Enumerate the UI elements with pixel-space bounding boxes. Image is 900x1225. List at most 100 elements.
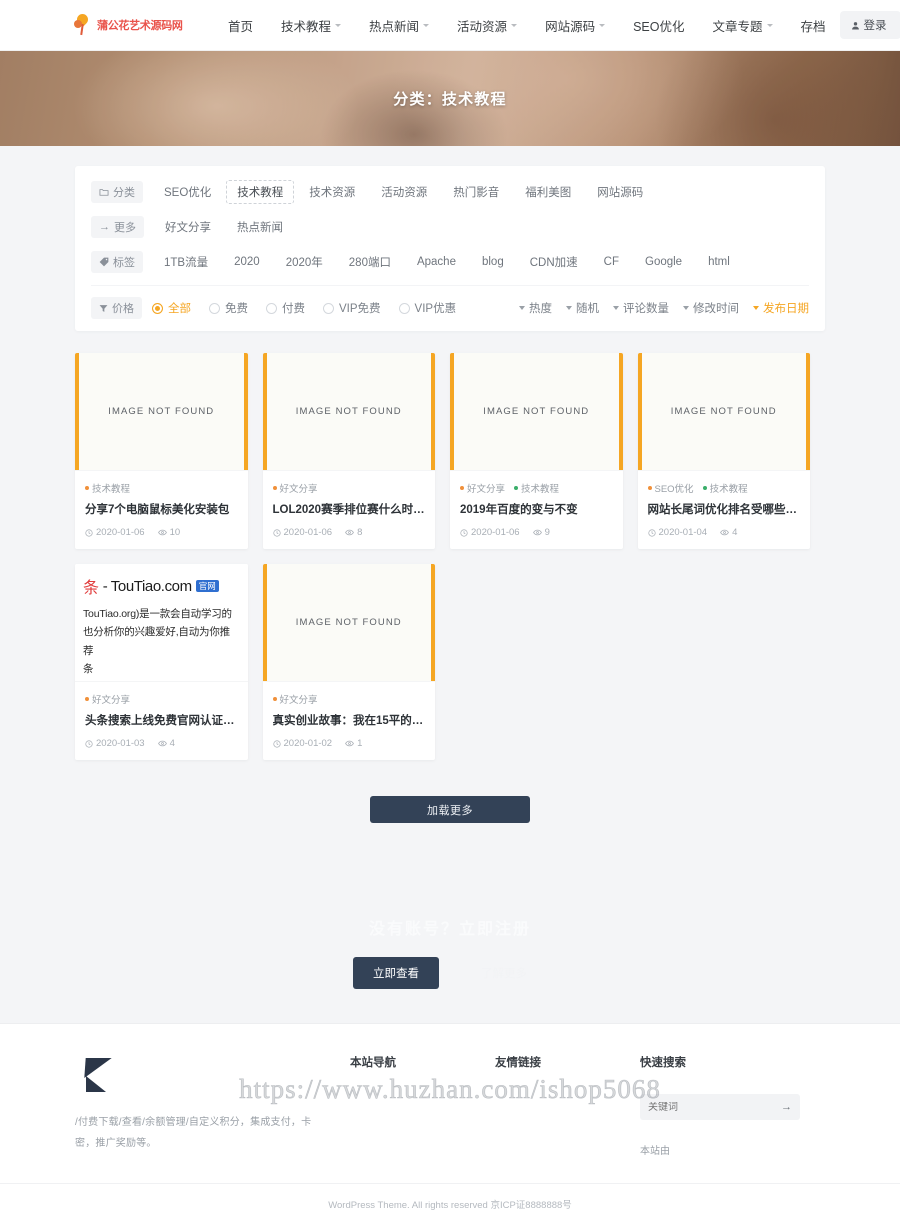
image-not-found-label: IMAGE NOT FOUND — [295, 617, 402, 629]
filter-category-tech-tutorial[interactable]: 技术教程 — [226, 180, 295, 204]
arrow-right-icon: → — [99, 221, 110, 233]
flower-logo-icon — [72, 11, 94, 37]
load-more-button[interactable]: 加载更多 — [370, 796, 530, 824]
page-title: 分类：技术教程 — [393, 91, 507, 108]
sort-by-heat[interactable]: 热度 — [519, 300, 552, 316]
card-categories: SEO优化 技术教程 — [647, 481, 801, 495]
nav-item-seo[interactable]: SEO优化 — [619, 16, 698, 35]
clock-icon — [85, 740, 93, 748]
card-category[interactable]: SEO优化 — [647, 481, 694, 495]
filter-category-seo[interactable]: SEO优化 — [153, 180, 222, 204]
nav-item-tech-tutorial[interactable]: 技术教程 — [267, 16, 355, 35]
card-views: 10 — [157, 527, 180, 538]
eye-icon — [345, 529, 354, 536]
site-header: 蒲公花艺术源码网 首页 技术教程 热点新闻 活动资源 网站源码 SEO优化 文章… — [0, 0, 900, 51]
filter-tag-html[interactable]: html — [697, 252, 741, 272]
footer-nav-column: 本站导航 — [350, 1054, 495, 1094]
filter-category-hot-media[interactable]: 热门影音 — [442, 180, 510, 204]
nav-label: 活动资源 — [457, 19, 508, 34]
filter-tag-280port[interactable]: 280端口 — [338, 250, 402, 274]
filter-category-tech-resource[interactable]: 技术资源 — [298, 180, 366, 204]
price-option-free[interactable]: 免费 — [209, 300, 248, 316]
filter-row-price: 价格 全部 免费 付费 VIP免费 VIP优惠 热度 随机 评论数量 修改时间 … — [91, 285, 809, 319]
card-title[interactable]: 头条搜索上线免费官网认证功能 — [85, 713, 238, 729]
filter-category-site-source[interactable]: 网站源码 — [586, 180, 654, 204]
site-logo[interactable]: 蒲公花艺术源码网 — [72, 11, 183, 37]
card-title[interactable]: 网站长尾词优化排名受哪些因素影响 — [648, 502, 801, 518]
card-views: 8 — [345, 527, 362, 538]
price-radio-group: 价格 全部 免费 付费 VIP免费 VIP优惠 — [91, 297, 474, 319]
filter-tag-2020nian[interactable]: 2020年 — [275, 250, 334, 274]
sort-by-random[interactable]: 随机 — [566, 300, 599, 316]
article-card[interactable]: IMAGE NOT FOUND 技术教程 分享7个电脑鼠标美化安装包 2020-… — [75, 353, 248, 550]
radio-icon — [266, 302, 277, 314]
nav-item-activity-resources[interactable]: 活动资源 — [443, 16, 531, 35]
filter-tag-2020[interactable]: 2020 — [223, 252, 271, 272]
filter-tag-1tb[interactable]: 1TB流量 — [153, 250, 219, 274]
article-card[interactable]: IMAGE NOT FOUND 好文分享 LOL2020赛季排位赛什么时候开始 … — [262, 353, 435, 550]
article-card[interactable]: 条 - TouTiao.com 官网 TouTiao.org)是一款会自动学习的… — [75, 564, 248, 761]
filter-category-welfare-images[interactable]: 福利美图 — [514, 180, 582, 204]
card-title[interactable]: 2019年百度的变与不变 — [460, 502, 613, 518]
cta-primary-button[interactable]: 立即查看 — [353, 957, 439, 990]
price-option-all[interactable]: 全部 — [152, 300, 191, 316]
sort-by-modified[interactable]: 修改时间 — [683, 300, 739, 316]
login-button[interactable]: 登录 — [839, 11, 900, 39]
price-option-vip-discount[interactable]: VIP优惠 — [398, 300, 456, 316]
filter-tag-blog[interactable]: blog — [471, 252, 515, 272]
card-title[interactable]: 真实创业故事：我在15平的出租房... — [273, 713, 426, 729]
nav-item-article-topic[interactable]: 文章专题 — [698, 16, 786, 35]
eye-icon — [532, 529, 542, 536]
filter-category-activity-resource[interactable]: 活动资源 — [370, 180, 438, 204]
main-nav: 首页 技术教程 热点新闻 活动资源 网站源码 SEO优化 文章专题 存档 — [214, 16, 840, 35]
chevron-down-icon — [566, 306, 572, 310]
article-card[interactable]: IMAGE NOT FOUND 好文分享 真实创业故事：我在15平的出租房...… — [262, 564, 435, 761]
folder-icon — [99, 189, 109, 196]
dot-icon — [272, 486, 277, 490]
nav-item-hot-news[interactable]: 热点新闻 — [355, 16, 443, 35]
card-category[interactable]: 好文分享 — [272, 481, 318, 495]
nav-label: 网站源码 — [545, 19, 596, 34]
nav-item-site-source[interactable]: 网站源码 — [531, 16, 619, 35]
price-option-paid[interactable]: 付费 — [266, 300, 305, 316]
footer-search-input[interactable] — [648, 1101, 768, 1113]
card-category[interactable]: 好文分享 — [272, 692, 318, 706]
filter-tag-cf[interactable]: CF — [593, 252, 630, 272]
card-body: 技术教程 分享7个电脑鼠标美化安装包 2020-01-06 10 — [75, 470, 248, 549]
cta-secondary-button[interactable]: 了解更多 — [461, 957, 547, 989]
image-not-found-label: IMAGE NOT FOUND — [295, 406, 402, 417]
price-option-vip-free[interactable]: VIP免费 — [323, 300, 381, 316]
card-thumbnail: IMAGE NOT FOUND — [450, 353, 623, 470]
filter-more-hot-news[interactable]: 热点新闻 — [226, 215, 294, 239]
card-category[interactable]: 好文分享 — [85, 692, 130, 706]
eye-icon — [157, 529, 167, 536]
nav-item-archive[interactable]: 存档 — [787, 16, 840, 35]
card-title[interactable]: LOL2020赛季排位赛什么时候开始 — [273, 502, 426, 518]
card-category[interactable]: 技术教程 — [514, 481, 559, 495]
cta-buttons: 立即查看 了解更多 — [353, 957, 547, 990]
page-content: 分类 SEO优化 技术教程 技术资源 活动资源 热门影音 福利美图 网站源码 →… — [75, 166, 825, 824]
chevron-down-icon — [423, 23, 430, 27]
filter-more-good-article[interactable]: 好文分享 — [154, 215, 222, 239]
card-category[interactable]: 技术教程 — [702, 481, 748, 495]
footer-search-box[interactable]: → — [640, 1094, 800, 1121]
filter-tag-google[interactable]: Google — [634, 252, 693, 272]
card-category[interactable]: 技术教程 — [85, 481, 130, 495]
footer-subtext: 本站由 — [640, 1146, 670, 1158]
card-category[interactable]: 好文分享 — [460, 481, 505, 495]
card-categories: 好文分享 技术教程 — [460, 481, 613, 495]
dot-icon — [647, 486, 652, 490]
sort-by-comments[interactable]: 评论数量 — [613, 300, 669, 316]
tags-filter-label: 标签 — [91, 251, 143, 273]
article-card[interactable]: IMAGE NOT FOUND 好文分享 技术教程 2019年百度的变与不变 2… — [450, 353, 623, 550]
card-title[interactable]: 分享7个电脑鼠标美化安装包 — [85, 502, 238, 518]
nav-item-home[interactable]: 首页 — [214, 16, 267, 35]
filter-tag-cdn[interactable]: CDN加速 — [519, 250, 589, 274]
card-views: 4 — [157, 738, 175, 749]
article-card[interactable]: IMAGE NOT FOUND SEO优化 技术教程 网站长尾词优化排名受哪些因… — [637, 353, 810, 550]
card-body: SEO优化 技术教程 网站长尾词优化排名受哪些因素影响 2020-01-04 4 — [637, 470, 810, 549]
chevron-down-icon — [683, 306, 689, 310]
filter-tag-apache[interactable]: Apache — [406, 252, 467, 272]
sort-by-published[interactable]: 发布日期 — [753, 300, 809, 316]
search-submit-arrow-icon[interactable]: → — [781, 1101, 792, 1113]
